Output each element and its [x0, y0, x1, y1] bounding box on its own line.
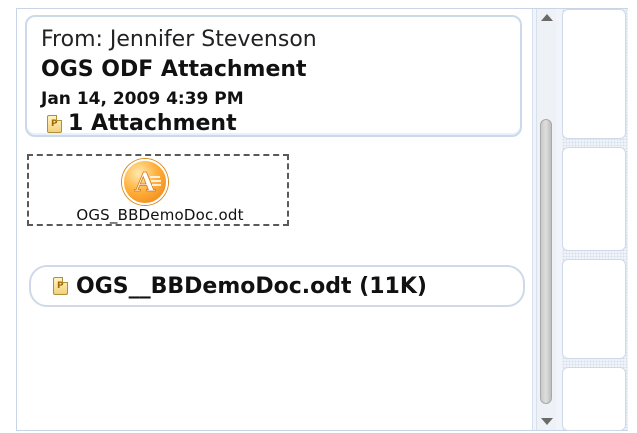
- message-subject: OGS ODF Attachment: [41, 57, 307, 82]
- message-header: From: Jennifer Stevenson OGS ODF Attachm…: [25, 15, 522, 137]
- message-date: Jan 14, 2009 4:39 PM: [41, 89, 244, 109]
- preview-file-name: OGS_BBDemoDoc.odt: [76, 206, 244, 224]
- attachment-preview[interactable]: A OGS_BBDemoDoc.odt: [27, 154, 289, 226]
- attachment-item[interactable]: P OGS__BBDemoDoc.odt (11K): [29, 265, 525, 307]
- message-list-column: [562, 9, 628, 431]
- message-list-item[interactable]: [562, 259, 626, 359]
- message-list-item[interactable]: [562, 147, 626, 251]
- scroll-thumb[interactable]: [540, 119, 552, 404]
- document-app-icon: A: [122, 159, 168, 205]
- scroll-up-arrow-icon[interactable]: [541, 14, 553, 21]
- message-list-item[interactable]: [562, 367, 626, 431]
- message-pane: From: Jennifer Stevenson OGS ODF Attachm…: [17, 9, 533, 430]
- vertical-scrollbar[interactable]: [536, 9, 556, 430]
- attachment-count-label: 1 Attachment: [68, 111, 237, 136]
- document-icon: P: [53, 277, 68, 295]
- scroll-down-arrow-icon[interactable]: [541, 418, 553, 425]
- sender-line: From: Jennifer Stevenson: [41, 27, 317, 52]
- mail-viewer-window: From: Jennifer Stevenson OGS ODF Attachm…: [16, 8, 628, 431]
- document-icon: P: [47, 114, 62, 133]
- svg-text:A: A: [134, 168, 156, 198]
- attachment-count-link[interactable]: P 1 Attachment: [47, 111, 237, 136]
- attachment-label: OGS__BBDemoDoc.odt (11K): [76, 273, 427, 299]
- message-list-item[interactable]: [562, 9, 626, 139]
